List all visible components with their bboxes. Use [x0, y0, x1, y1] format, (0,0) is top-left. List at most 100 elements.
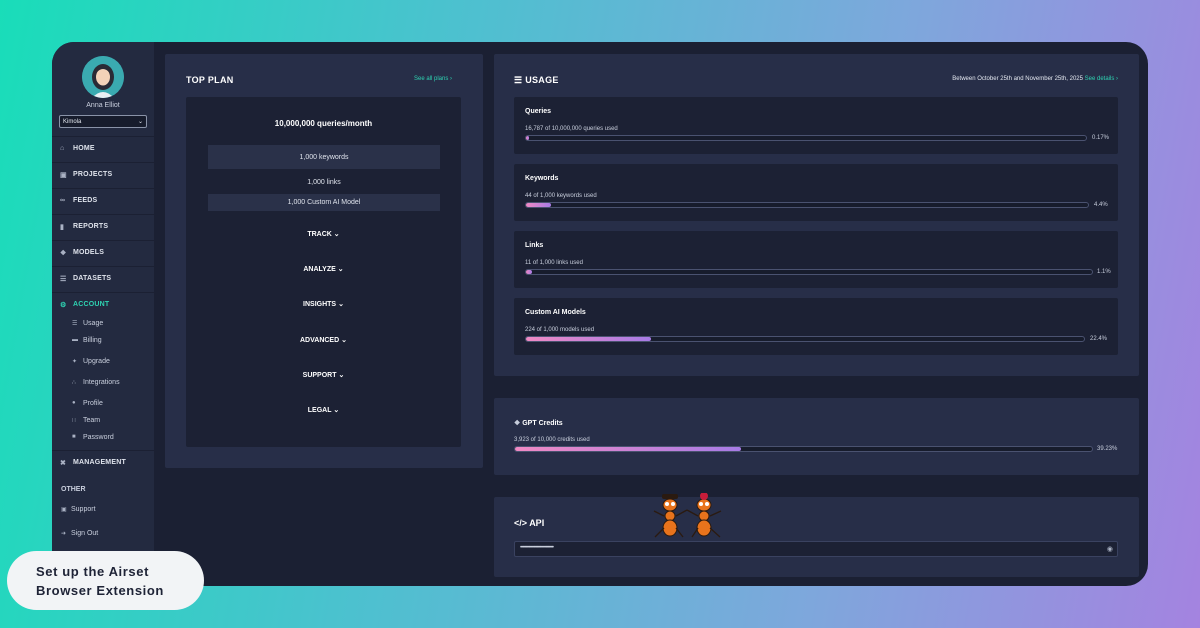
sidebar-subitem-label: Password	[83, 433, 114, 441]
sidebar-item-label: MANAGEMENT	[73, 459, 126, 466]
plan-section-track[interactable]: TRACK ⌄	[186, 230, 461, 238]
gpt-percent: 39.23%	[1097, 446, 1118, 452]
plan-section-insights[interactable]: INSIGHTS ⌄	[186, 300, 461, 308]
api-key-value: ••••••••••••••••••••••••••••••	[520, 545, 554, 551]
organization-select[interactable]: Kimola ⌄	[59, 115, 147, 128]
code-icon: </>	[514, 518, 528, 528]
sidebar-item-label: REPORTS	[73, 223, 109, 230]
sidebar-item-models[interactable]: ❖ MODELS	[52, 240, 154, 264]
usage-percent: 0.17%	[1092, 135, 1110, 141]
usage-card-subtitle: 11 of 1,000 links used	[525, 260, 583, 266]
sidebar-item-feeds[interactable]: ∞ FEEDS	[52, 188, 154, 212]
eye-icon[interactable]: ◉	[1107, 545, 1113, 553]
tools-icon: ✖	[60, 459, 67, 467]
usage-progress-track	[525, 269, 1093, 275]
see-details-label: See details	[1084, 76, 1115, 82]
sidebar-subitem-label: Billing	[83, 336, 102, 344]
avatar[interactable]	[82, 56, 124, 98]
see-all-plans-label: See all plans	[414, 76, 449, 82]
plan-section-analyze[interactable]: ANALYZE ⌄	[186, 265, 461, 273]
plan-section-label: ANALYZE	[303, 266, 336, 273]
sidebar-item-projects[interactable]: ▣ PROJECTS	[52, 162, 154, 186]
api-panel: </> API •••••••••••••••••••••••••••••• ◉	[494, 493, 1139, 577]
banner-line-2: Browser Extension	[36, 583, 164, 598]
chevron-down-icon: ⌄	[333, 407, 340, 414]
usage-card-queries: Queries 16,787 of 10,000,000 queries use…	[514, 97, 1118, 154]
team-icon: ∷	[72, 417, 76, 424]
sidebar-item-label: Support	[71, 505, 96, 513]
api-title: </> API	[514, 518, 544, 528]
gpt-credits-title-label: GPT Credits	[522, 420, 563, 427]
sidebar-item-support[interactable]: ▣ Support	[52, 498, 154, 520]
sidebar-item-label: PROJECTS	[73, 171, 113, 178]
usage-progress-track	[525, 336, 1085, 342]
usage-panel: ☰ USAGE Between October 25th and Novembe…	[494, 54, 1139, 376]
usage-card-subtitle: 224 of 1,000 models used	[525, 327, 595, 333]
usage-progress-fill	[526, 337, 651, 341]
usage-progress-fill	[526, 136, 530, 140]
home-icon: ⌂	[60, 145, 65, 152]
plan-section-label: TRACK	[307, 231, 332, 238]
gpt-credits-panel: ❖ GPT Credits 3,923 of 10,000 credits us…	[494, 398, 1139, 475]
sidebar-subitem-usage[interactable]: ☰ Usage	[52, 315, 154, 331]
usage-card-custom-ai-models: Custom AI Models 224 of 1,000 models use…	[514, 298, 1118, 355]
plan-section-support[interactable]: SUPPORT ⌄	[186, 371, 461, 379]
plan-details: 10,000,000 queries/month 1,000 keywords …	[186, 97, 461, 447]
sidebar-item-management[interactable]: ✖ MANAGEMENT	[52, 450, 154, 474]
usage-title-label: USAGE	[525, 75, 559, 85]
sidebar-item-datasets[interactable]: ☰ DATASETS	[52, 266, 154, 290]
model-icon: ❖	[60, 249, 67, 257]
sign-out-icon: ➜	[61, 530, 67, 537]
sidebar-subitem-password[interactable]: ■ Password	[52, 429, 154, 445]
billing-icon: ▬	[72, 337, 78, 343]
sidebar-item-reports[interactable]: ▮ REPORTS	[52, 214, 154, 238]
usage-icon: ☰	[514, 75, 523, 85]
see-details-link[interactable]: See details ›	[1085, 76, 1118, 82]
profile-icon: ●	[72, 400, 76, 406]
plan-row-keywords: 1,000 keywords	[208, 145, 440, 169]
sidebar-subitem-team[interactable]: ∷ Team	[52, 412, 154, 428]
layers-icon: ☰	[60, 275, 67, 283]
usage-percent: 1.1%	[1097, 269, 1111, 275]
sidebar-subitem-profile[interactable]: ● Profile	[52, 395, 154, 411]
feed-icon: ∞	[60, 197, 66, 204]
usage-card-keywords: Keywords 44 of 1,000 keywords used 4.4%	[514, 164, 1118, 221]
top-plan-panel: TOP PLAN See all plans › 10,000,000 quer…	[165, 54, 483, 468]
lock-icon: ■	[72, 434, 76, 440]
sidebar-item-account[interactable]: ⚙ ACCOUNT	[52, 292, 154, 316]
folder-icon: ▣	[60, 171, 67, 179]
plan-section-legal[interactable]: LEGAL ⌄	[186, 406, 461, 414]
usage-range: Between October 25th and November 25th, …	[952, 76, 1118, 82]
sidebar-item-label: FEEDS	[73, 197, 98, 204]
plan-section-label: LEGAL	[307, 407, 332, 414]
usage-title: ☰ USAGE	[514, 75, 559, 86]
usage-card-title: Queries	[525, 108, 552, 115]
user-name: Anna Elliot	[86, 102, 120, 109]
sidebar-item-sign-out[interactable]: ➜ Sign Out	[52, 522, 154, 544]
upgrade-icon: ✦	[72, 358, 78, 365]
sidebar-subitem-upgrade[interactable]: ✦ Upgrade	[52, 353, 154, 369]
usage-card-title: Custom AI Models	[525, 309, 586, 316]
sidebar-subitem-billing[interactable]: ▬ Billing	[52, 332, 154, 348]
app-window: Anna Elliot Kimola ⌄ ⌂ HOME ▣ PROJECTS ∞ FE…	[52, 42, 1148, 586]
chevron-down-icon: ⌄	[338, 372, 345, 379]
gpt-icon: ❖	[514, 420, 521, 427]
sidebar-subitem-integrations[interactable]: ∴ Integrations	[52, 374, 154, 390]
organization-select-value: Kimola	[63, 118, 82, 125]
plan-section-label: INSIGHTS	[303, 301, 337, 308]
usage-progress-fill	[526, 203, 551, 207]
sidebar-item-label: Sign Out	[71, 529, 99, 537]
chevron-down-icon: ⌄	[341, 337, 347, 344]
sidebar-item-home[interactable]: ⌂ HOME	[52, 136, 154, 160]
see-all-plans-link[interactable]: See all plans ›	[414, 76, 452, 82]
sidebar-section-other: OTHER	[61, 486, 86, 493]
plan-row-links: 1,000 links	[307, 178, 341, 186]
browser-extension-banner[interactable]: Set up the Airset Browser Extension	[7, 551, 204, 610]
chevron-down-icon: ⌄	[333, 231, 340, 238]
plan-section-advanced[interactable]: ADVANCED ⌄	[186, 336, 461, 344]
integrations-icon: ∴	[72, 379, 76, 386]
usage-card-title: Links	[525, 242, 544, 249]
usage-range-text: Between October 25th and November 25th, …	[952, 76, 1083, 82]
api-key-field[interactable]: •••••••••••••••••••••••••••••• ◉	[514, 541, 1118, 557]
sidebar-subitem-label: Integrations	[83, 378, 120, 386]
